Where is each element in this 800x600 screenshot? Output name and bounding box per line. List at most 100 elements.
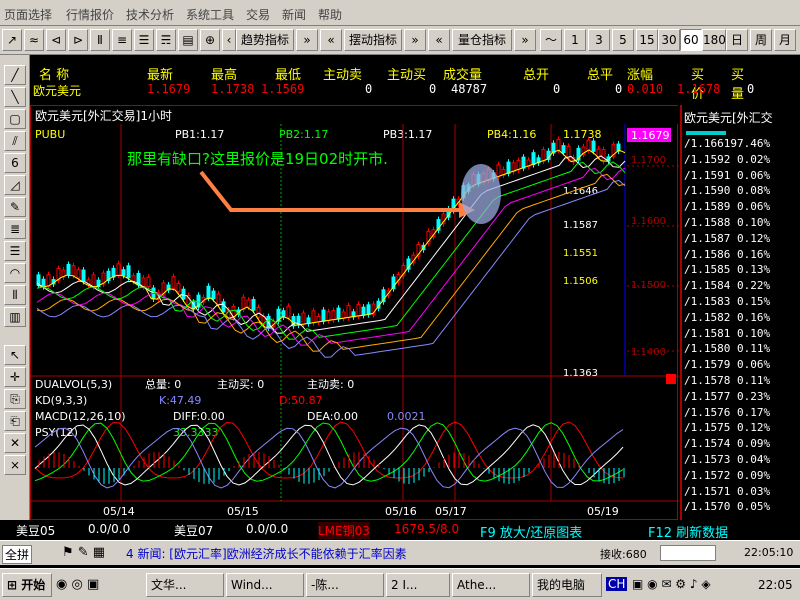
period-week-button[interactable]: 周	[750, 29, 772, 51]
ray-icon[interactable]: ╲	[4, 87, 26, 107]
level4-icon[interactable]: ▤	[178, 29, 198, 51]
line-tool-icon[interactable]: ↗	[2, 29, 22, 51]
period-30-button[interactable]: 30	[658, 29, 680, 51]
cross-pointer-icon[interactable]: ✛	[4, 367, 26, 387]
volume-indicator-button[interactable]: 量仓指标	[452, 29, 512, 51]
k-value: K:47.49	[159, 394, 201, 407]
left-arrow-icon[interactable]: ‹	[222, 29, 236, 51]
task-item-1[interactable]: 文华...	[146, 573, 224, 597]
scroll-marker[interactable]	[666, 374, 676, 384]
candle	[281, 310, 286, 318]
period-60-button[interactable]: 60	[680, 29, 702, 51]
angle-icon[interactable]: ◿	[4, 175, 26, 195]
ma-lines-group	[36, 149, 626, 358]
task-item-4[interactable]: 2 I...	[386, 573, 450, 597]
swing-indicator-button[interactable]: 摆动指标	[344, 29, 402, 51]
bar-icon[interactable]: Ⅱ	[90, 29, 110, 51]
ime-icons-icon[interactable]: ⚑ ✎ ▦	[62, 545, 105, 560]
pointer-icon[interactable]: ↖	[4, 345, 26, 365]
back2-icon[interactable]: «	[428, 29, 450, 51]
price-label-1646: 1.1646	[563, 186, 598, 197]
start-button[interactable]: ⊞ 开始	[2, 573, 52, 597]
menu-quotes[interactable]: 行情报价	[66, 6, 114, 23]
period-5-button[interactable]: 5	[612, 29, 634, 51]
period-180-button[interactable]: 180	[702, 29, 726, 51]
chart-area[interactable]: 欧元美元[外汇交易]1小时 PUBU PB1:1.17 PB2:1.17 PB3…	[30, 105, 679, 520]
depth-row: /1.1570 0.05%	[684, 500, 771, 514]
wave-icon[interactable]: 〜	[540, 29, 562, 51]
pen-icon[interactable]: ✎	[4, 197, 26, 217]
high-price: 1.1738	[211, 82, 255, 96]
fibo-icon[interactable]: 6	[4, 153, 26, 173]
menu-system-tools[interactable]: 系统工具	[186, 6, 234, 23]
channel-icon[interactable]: ⫽	[4, 131, 26, 151]
f12-hint[interactable]: F12 刷新数据	[648, 522, 728, 541]
rect-icon[interactable]: ▢	[4, 109, 26, 129]
level-icon[interactable]: ≡	[112, 29, 132, 51]
more2-icon[interactable]: »	[404, 29, 426, 51]
depth-row: /1.1588 0.10%	[684, 216, 771, 229]
candle	[331, 310, 336, 321]
paste-icon[interactable]: ⎗	[4, 411, 26, 431]
hlines-icon[interactable]: ☰	[4, 241, 26, 261]
news-ticker[interactable]: 4 新闻: [欧元汇率]欧洲经济成长不能依赖于汇率因素	[126, 545, 407, 562]
more3-icon[interactable]: »	[514, 29, 536, 51]
period-day-button[interactable]: 日	[726, 29, 748, 51]
vlines-icon[interactable]: ⦀	[4, 285, 26, 305]
delete-all-icon[interactable]: ⨯	[4, 455, 26, 475]
symbol-name[interactable]: 欧元美元	[33, 82, 81, 99]
shrink-icon[interactable]: ⊲	[46, 29, 66, 51]
candle	[251, 299, 256, 311]
status-item-2[interactable]: 美豆07	[174, 522, 213, 539]
menu-news[interactable]: 新闻	[282, 6, 306, 23]
period-month-button[interactable]: 月	[774, 29, 796, 51]
menu-bar: 页面选择 行情报价 技术分析 系统工具 交易 新闻 帮助	[0, 0, 800, 26]
lines-icon[interactable]: ≣	[4, 219, 26, 239]
depth-title: 欧元美元[外汇交	[684, 111, 773, 125]
input-method[interactable]: 全拼	[2, 545, 33, 564]
task-item-5[interactable]: Athe...	[452, 573, 530, 597]
menu-trade[interactable]: 交易	[246, 6, 270, 23]
date-0517: 05/17	[435, 505, 467, 518]
delete-icon[interactable]: ✕	[4, 433, 26, 453]
grid-icon[interactable]: ▥	[4, 307, 26, 327]
status-item-1[interactable]: 美豆05	[16, 522, 55, 539]
zigzag-icon[interactable]: ≈	[24, 29, 44, 51]
menu-analysis[interactable]: 技术分析	[126, 6, 174, 23]
level3-icon[interactable]: ☴	[156, 29, 176, 51]
period-1-button[interactable]: 1	[564, 29, 586, 51]
ma-line	[36, 173, 626, 352]
depth-row: /1.1583 0.15%	[684, 295, 771, 308]
quicklaunch-icons-icon[interactable]: ◉ ◎ ▣	[56, 577, 99, 592]
expand-icon[interactable]: ⊳	[68, 29, 88, 51]
chart-title: 欧元美元[外汇交易]1小时	[35, 108, 172, 123]
status-item-3[interactable]: LME铜03	[318, 522, 370, 539]
candle	[346, 305, 351, 319]
level2-icon[interactable]: ☰	[134, 29, 154, 51]
arc-icon[interactable]: ◠	[4, 263, 26, 283]
candle	[556, 138, 561, 151]
more-icon[interactable]: »	[296, 29, 318, 51]
copy-icon[interactable]: ⎘	[4, 389, 26, 409]
candle	[301, 312, 306, 325]
task-item-2[interactable]: Wind...	[226, 573, 304, 597]
candle	[171, 276, 176, 289]
menu-page-select[interactable]: 页面选择	[4, 6, 52, 23]
zoom-icon[interactable]: ⊕	[200, 29, 220, 51]
ma-line	[36, 149, 626, 328]
ma-line	[36, 167, 626, 346]
menu-help[interactable]: 帮助	[318, 6, 342, 23]
candle	[311, 310, 316, 324]
task-item-3[interactable]: -陈...	[306, 573, 384, 597]
back-icon[interactable]: «	[320, 29, 342, 51]
candle	[286, 305, 291, 318]
ime-indicator-icon[interactable]: CH	[606, 577, 628, 591]
task-item-6[interactable]: 我的电脑	[532, 573, 602, 597]
period-3-button[interactable]: 3	[588, 29, 610, 51]
trend-indicator-button[interactable]: 趋势指标	[236, 29, 294, 51]
line-draw-icon[interactable]: ╱	[4, 65, 26, 85]
tray-icons-icon[interactable]: ▣ ◉ ✉ ⚙ ♪ ◈	[632, 577, 711, 591]
f9-hint[interactable]: F9 放大/还原图表	[480, 522, 582, 541]
period-15-button[interactable]: 15	[636, 29, 658, 51]
hdr-volume: 成交量	[443, 68, 483, 83]
